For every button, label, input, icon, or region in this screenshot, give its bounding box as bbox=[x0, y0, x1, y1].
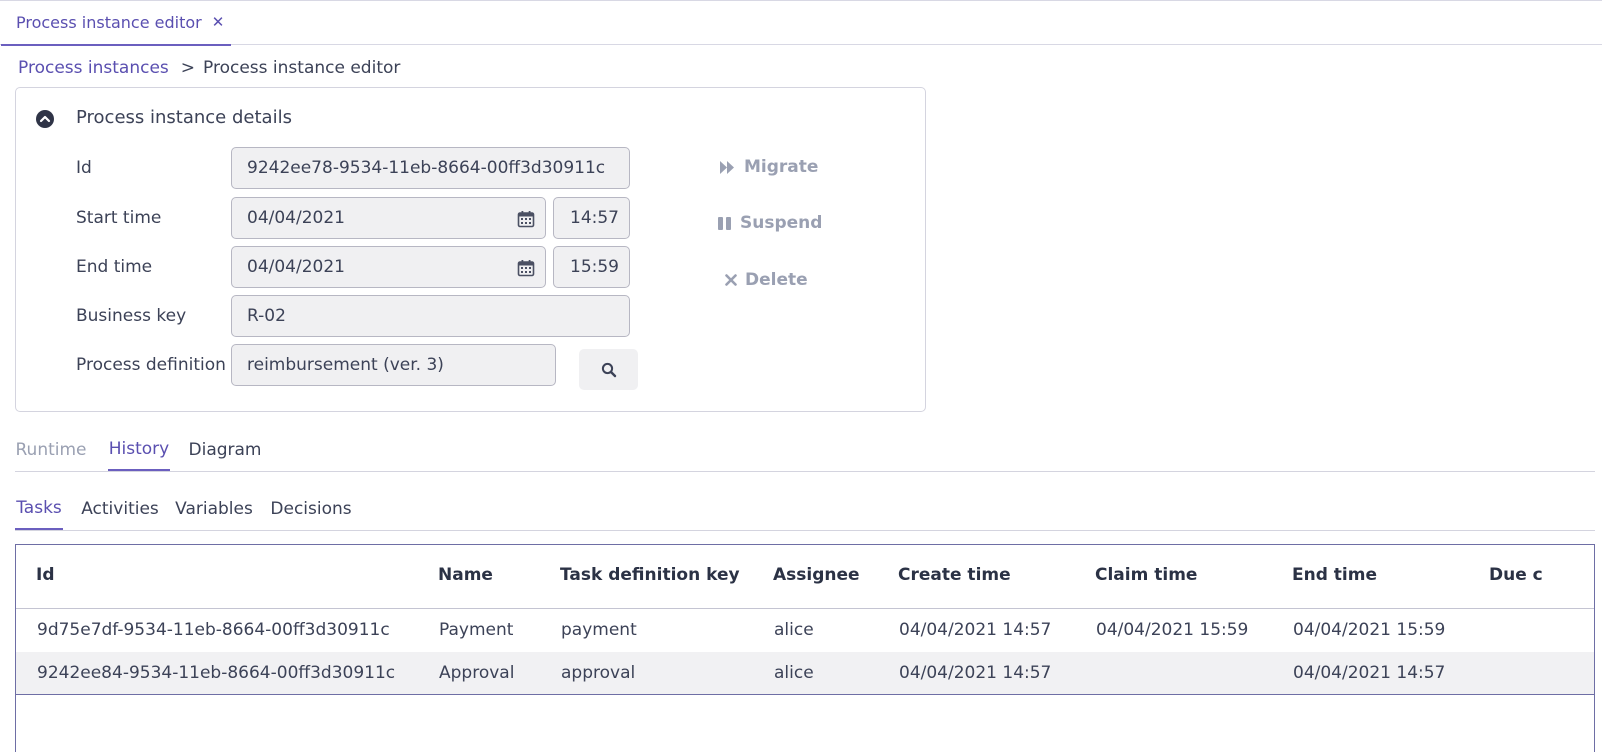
delete-label: Delete bbox=[745, 270, 808, 290]
close-icon[interactable]: ✕ bbox=[210, 14, 226, 30]
breadcrumb: Process instances > Process instance edi… bbox=[18, 56, 400, 80]
id-field[interactable]: 9242ee78-9534-11eb-8664-00ff3d30911c bbox=[231, 147, 630, 189]
table-row[interactable]: 9242ee84-9534-11eb-8664-00ff3d30911c App… bbox=[16, 652, 1594, 695]
suspend-label: Suspend bbox=[740, 213, 823, 233]
migrate-label: Migrate bbox=[744, 157, 819, 177]
process-definition-field[interactable]: reimbursement (ver. 3) bbox=[231, 344, 556, 386]
column-header-name[interactable]: Name bbox=[438, 565, 493, 585]
cell-assignee: alice bbox=[774, 620, 814, 640]
cell-task-definition-key: payment bbox=[561, 620, 637, 640]
cell-name: Approval bbox=[439, 663, 515, 683]
process-instance-details-panel: Process instance details Id 9242ee78-953… bbox=[15, 87, 926, 412]
start-time-label: Start time bbox=[76, 208, 162, 228]
start-date-field[interactable]: 04/04/2021 bbox=[231, 197, 546, 239]
migrate-button[interactable]: Migrate bbox=[719, 157, 818, 177]
cell-name: Payment bbox=[439, 620, 514, 640]
tab-tasks[interactable]: Tasks bbox=[15, 488, 63, 530]
cell-claim-time: 04/04/2021 15:59 bbox=[1096, 620, 1249, 640]
column-header-claim-time[interactable]: Claim time bbox=[1095, 565, 1197, 585]
process-definition-label: Process definition bbox=[76, 355, 226, 375]
pause-icon bbox=[718, 216, 731, 230]
tab-variables[interactable]: Variables bbox=[175, 488, 253, 530]
panel-title: Process instance details bbox=[76, 107, 292, 128]
tasks-table: Id Name Task definition key Assignee Cre… bbox=[15, 544, 1595, 752]
table-row[interactable]: 9d75e7df-9534-11eb-8664-00ff3d30911c Pay… bbox=[16, 609, 1594, 652]
tab-runtime[interactable]: Runtime bbox=[16, 429, 87, 471]
end-time-field[interactable]: 15:59 bbox=[553, 246, 630, 288]
cell-end-time: 04/04/2021 14:57 bbox=[1293, 663, 1446, 683]
start-time-field[interactable]: 14:57 bbox=[553, 197, 630, 239]
collapse-chevron-up-icon[interactable] bbox=[36, 110, 54, 128]
end-time-value: 15:59 bbox=[570, 257, 619, 277]
close-icon bbox=[725, 274, 737, 286]
cell-assignee: alice bbox=[774, 663, 814, 683]
column-header-task-definition-key[interactable]: Task definition key bbox=[560, 565, 740, 585]
search-icon bbox=[601, 362, 616, 377]
fast-forward-icon bbox=[720, 160, 734, 174]
cell-task-definition-key: approval bbox=[561, 663, 636, 683]
tab-history[interactable]: History bbox=[108, 429, 170, 471]
suspend-button[interactable]: Suspend bbox=[717, 213, 822, 233]
breadcrumb-link-process-instances[interactable]: Process instances bbox=[18, 58, 169, 78]
tab-label: Process instance editor bbox=[16, 13, 202, 32]
breadcrumb-current: Process instance editor bbox=[203, 58, 401, 78]
column-header-create-time[interactable]: Create time bbox=[898, 565, 1011, 585]
column-header-end-time[interactable]: End time bbox=[1292, 565, 1377, 585]
breadcrumb-separator: > bbox=[180, 58, 196, 78]
column-header-id[interactable]: Id bbox=[36, 565, 55, 585]
start-time-value: 14:57 bbox=[570, 208, 619, 228]
cell-create-time: 04/04/2021 14:57 bbox=[899, 620, 1052, 640]
calendar-icon[interactable] bbox=[517, 210, 535, 228]
editor-tabbar: Process instance editor ✕ bbox=[0, 0, 1602, 46]
business-key-field[interactable]: R-02 bbox=[231, 295, 630, 337]
tab-decisions[interactable]: Decisions bbox=[270, 488, 351, 530]
business-key-label: Business key bbox=[76, 306, 187, 326]
table-header: Id Name Task definition key Assignee Cre… bbox=[16, 545, 1594, 609]
process-definition-value: reimbursement (ver. 3) bbox=[247, 355, 444, 375]
cell-id: 9d75e7df-9534-11eb-8664-00ff3d30911c bbox=[37, 620, 390, 640]
cell-id: 9242ee84-9534-11eb-8664-00ff3d30911c bbox=[37, 663, 396, 683]
tab-activities[interactable]: Activities bbox=[81, 488, 159, 530]
cell-end-time: 04/04/2021 15:59 bbox=[1293, 620, 1446, 640]
business-key-value: R-02 bbox=[247, 306, 286, 326]
id-label: Id bbox=[76, 158, 92, 178]
end-date-field[interactable]: 04/04/2021 bbox=[231, 246, 546, 288]
column-header-due-date[interactable]: Due c bbox=[1489, 565, 1543, 585]
delete-button[interactable]: Delete bbox=[725, 270, 808, 290]
column-header-assignee[interactable]: Assignee bbox=[773, 565, 860, 585]
start-date-value: 04/04/2021 bbox=[247, 208, 345, 228]
end-date-value: 04/04/2021 bbox=[247, 257, 345, 277]
end-time-label: End time bbox=[76, 257, 153, 277]
calendar-icon[interactable] bbox=[517, 259, 535, 277]
cell-create-time: 04/04/2021 14:57 bbox=[899, 663, 1052, 683]
process-definition-lookup-button[interactable] bbox=[579, 349, 638, 390]
tab-diagram[interactable]: Diagram bbox=[189, 429, 262, 471]
history-tabs: Tasks Activities Variables Decisions bbox=[15, 488, 1595, 531]
main-tabs: Runtime History Diagram bbox=[15, 429, 1595, 472]
tab-process-instance-editor[interactable]: Process instance editor ✕ bbox=[1, 1, 231, 46]
id-value: 9242ee78-9534-11eb-8664-00ff3d30911c bbox=[247, 158, 606, 178]
